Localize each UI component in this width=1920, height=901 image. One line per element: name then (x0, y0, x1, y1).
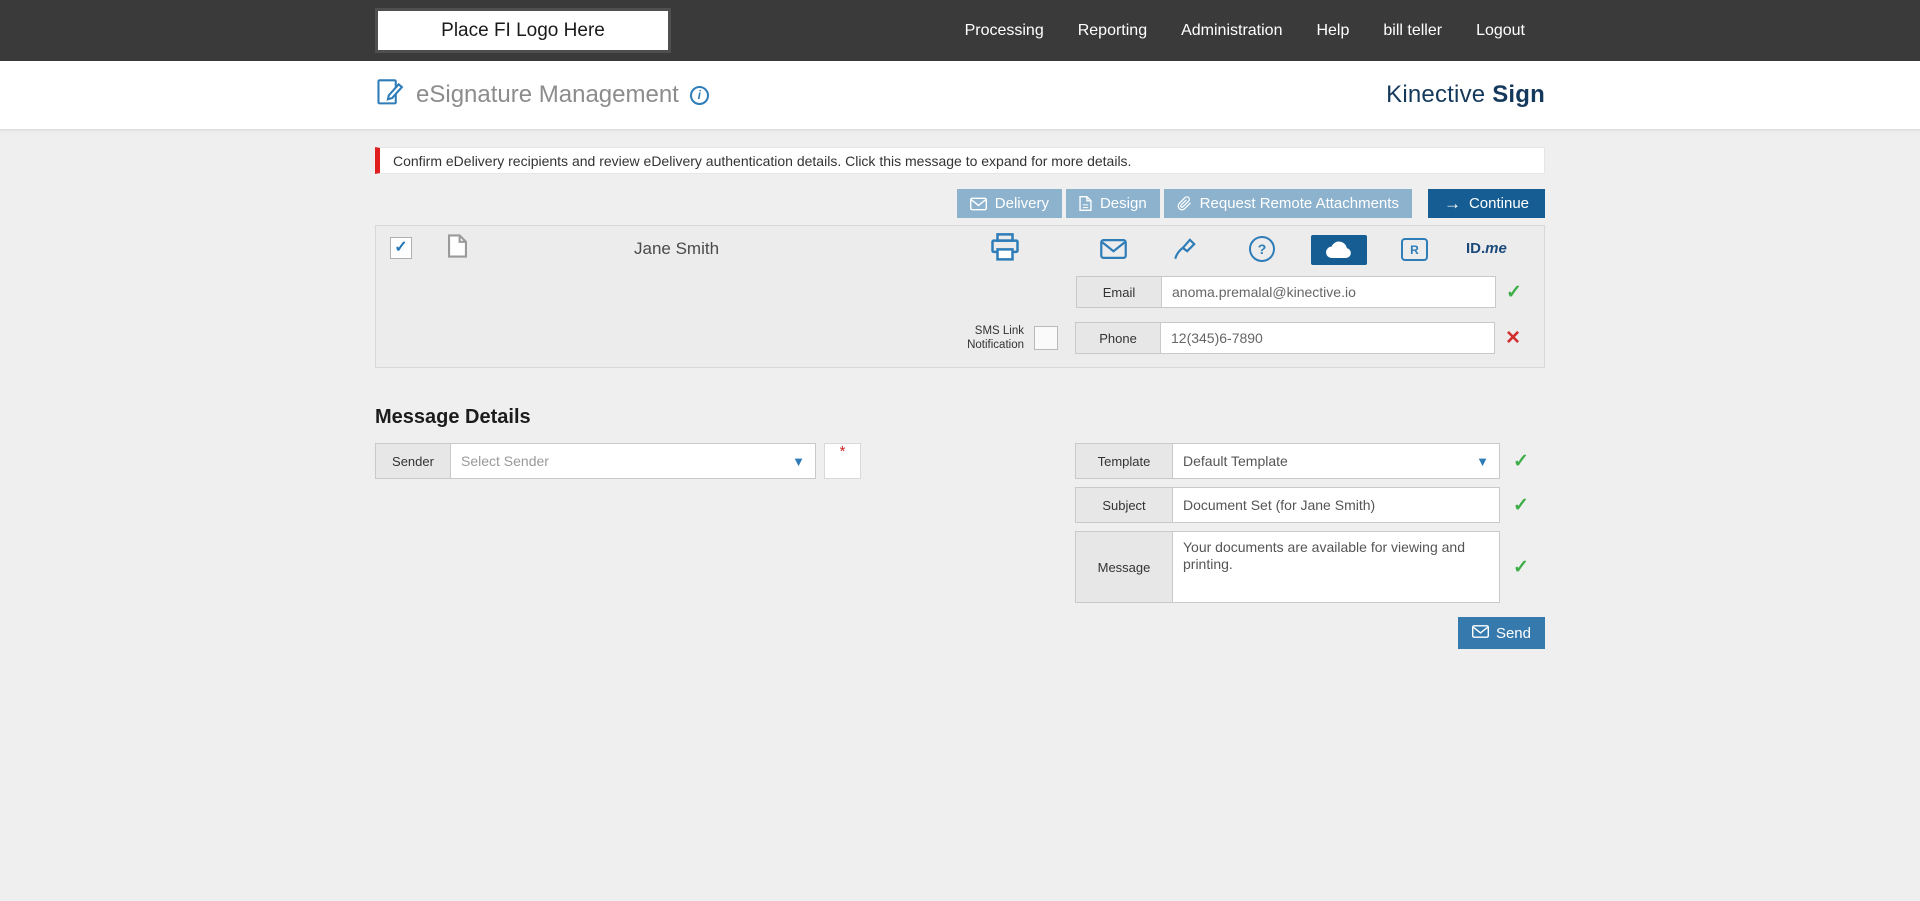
continue-button-label: Continue (1468, 195, 1529, 212)
subject-input[interactable] (1172, 487, 1500, 523)
delivery-button-label: Delivery (994, 195, 1049, 212)
idme-id-text: ID. (1466, 240, 1486, 257)
security-question-auth-icon[interactable]: ? (1249, 236, 1275, 262)
alert-banner[interactable]: Confirm eDelivery recipients and review … (375, 147, 1545, 174)
continue-button[interactable]: → Continue (1427, 189, 1545, 218)
sender-group: Sender Select Sender ▼ * (375, 443, 861, 479)
alert-text: Confirm eDelivery recipients and review … (393, 152, 1132, 169)
send-button-label: Send (1495, 624, 1531, 642)
sender-select[interactable]: Select Sender ▼ (450, 443, 816, 479)
signature-pen-auth-icon[interactable] (1172, 236, 1198, 262)
template-value: Default Template (1183, 453, 1288, 469)
email-input[interactable] (1161, 276, 1496, 308)
template-valid-check-icon: ✓ (1513, 450, 1529, 472)
document-icon (1079, 196, 1092, 211)
chevron-down-icon: ▼ (1476, 453, 1489, 469)
email-auth-icon[interactable] (1100, 239, 1127, 259)
fi-logo-text: Place FI Logo Here (441, 19, 605, 41)
phone-invalid-cross-icon: × (1505, 324, 1520, 351)
subject-label: Subject (1075, 487, 1173, 523)
remote-auth-icon[interactable]: R (1401, 238, 1428, 261)
nav-item-help[interactable]: Help (1316, 22, 1349, 40)
brand-logo: Kinective Sign (1386, 81, 1545, 109)
paperclip-icon (1177, 196, 1192, 211)
arrow-right-icon: → (1443, 194, 1461, 213)
sms-notification-checkbox[interactable] (1034, 326, 1058, 350)
question-glyph: ? (1257, 241, 1267, 257)
nav-item-processing[interactable]: Processing (965, 22, 1044, 40)
sender-placeholder: Select Sender (461, 453, 549, 469)
checkbox-check-icon: ✓ (394, 239, 408, 256)
esignature-document-icon (375, 78, 405, 113)
subject-valid-check-icon: ✓ (1513, 494, 1529, 516)
recipient-document-icon[interactable] (448, 234, 467, 263)
design-button-label: Design (1099, 195, 1147, 212)
idme-auth-icon[interactable]: ID.me (1466, 240, 1507, 257)
template-row: Template Default Template ▼ ✓ (1075, 443, 1545, 479)
email-valid-check-icon: ✓ (1506, 281, 1522, 303)
sender-required-box: * (824, 443, 861, 479)
message-label: Message (1075, 531, 1173, 603)
action-toolbar: Delivery Design Request Remote Attachmen… (375, 189, 1545, 218)
delivery-button[interactable]: Delivery (956, 189, 1062, 218)
message-textarea[interactable]: Your documents are available for viewing… (1172, 531, 1500, 603)
nav-item-logout[interactable]: Logout (1476, 22, 1525, 40)
info-icon[interactable]: i (689, 85, 709, 105)
recipient-name: Jane Smith (634, 239, 720, 258)
request-remote-attachments-button[interactable]: Request Remote Attachments (1163, 189, 1412, 218)
sms-link-notification-label: SMS Link Notification (967, 325, 1024, 351)
idme-me-text: me (1485, 240, 1507, 257)
subject-row: Subject ✓ (1075, 487, 1545, 523)
chevron-down-icon: ▼ (792, 453, 805, 469)
printer-icon[interactable] (990, 233, 1020, 267)
main-content: Confirm eDelivery recipients and review … (375, 147, 1545, 668)
topbar: Place FI Logo Here Processing Reporting … (0, 0, 1920, 61)
email-row: Email ✓ (1076, 276, 1532, 308)
fi-logo-placeholder: Place FI Logo Here (375, 8, 671, 53)
nav-item-administration[interactable]: Administration (1181, 22, 1282, 40)
recipient-checkbox[interactable]: ✓ (390, 237, 412, 259)
message-valid-check-icon: ✓ (1513, 556, 1529, 578)
brand-name: Kinective (1386, 81, 1486, 108)
template-label: Template (1075, 443, 1173, 479)
page-title: eSignature Management (416, 81, 679, 108)
design-button[interactable]: Design (1065, 189, 1160, 218)
nav-item-username[interactable]: bill teller (1383, 22, 1442, 40)
cloud-auth-icon-selected[interactable] (1311, 235, 1367, 265)
phone-row: SMS Link Notification Phone × (924, 322, 1531, 354)
phone-label: Phone (1075, 322, 1161, 354)
template-select[interactable]: Default Template ▼ (1172, 443, 1500, 479)
envelope-icon (969, 197, 987, 211)
page-header: eSignature Management i Kinective Sign (0, 61, 1920, 130)
email-label: Email (1076, 276, 1162, 308)
request-remote-attachments-label: Request Remote Attachments (1199, 195, 1399, 212)
required-marker: * (839, 443, 846, 460)
recipient-card: ✓ Jane Smith ? R ID.me Email anoma.prema… (375, 225, 1545, 368)
send-envelope-icon (1471, 624, 1489, 642)
phone-input[interactable] (1160, 322, 1495, 354)
sender-label: Sender (375, 443, 451, 479)
message-details-form: Sender Select Sender ▼ * Template Defaul… (375, 443, 1545, 668)
send-button[interactable]: Send (1457, 617, 1545, 649)
message-fields-column: Template Default Template ▼ ✓ Subject ✓ … (1075, 443, 1545, 649)
remote-r-glyph: R (1410, 242, 1419, 257)
message-row: Message Your documents are available for… (1075, 531, 1545, 603)
nav-item-reporting[interactable]: Reporting (1078, 22, 1147, 40)
message-details-heading: Message Details (375, 406, 531, 428)
brand-product: Sign (1492, 81, 1545, 108)
top-navigation: Processing Reporting Administration Help… (965, 22, 1545, 40)
